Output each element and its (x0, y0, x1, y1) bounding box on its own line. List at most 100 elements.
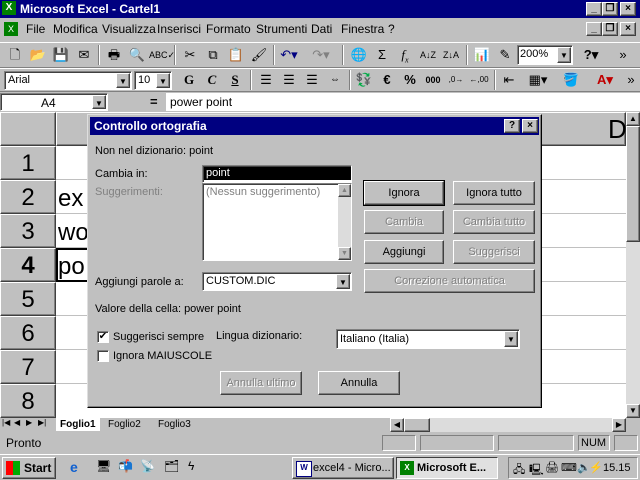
row-header-1[interactable]: 1 (0, 146, 56, 180)
autocorrect-button[interactable]: Correzione automatica (364, 269, 535, 293)
always-suggest-checkbox[interactable]: ✔ (97, 331, 109, 343)
dialog-close-button[interactable]: × (522, 119, 538, 133)
taskbar-item-excel[interactable]: X Microsoft E... (396, 457, 498, 479)
font-size-combo[interactable]: 10 ▼ (134, 71, 172, 90)
chevron-down-icon[interactable]: ▼ (504, 331, 518, 347)
chevron-down-icon[interactable]: ▼ (557, 47, 571, 63)
minimize-button[interactable]: _ (586, 2, 602, 16)
chevron-down-icon[interactable]: ▼ (156, 73, 170, 88)
row-header-6[interactable]: 6 (0, 316, 56, 350)
merge-center-icon[interactable]: ⇔ (324, 69, 346, 91)
font-combo[interactable]: Arial ▼ (4, 71, 132, 90)
dictionary-language-select[interactable]: Italiano (Italia) ▼ (336, 329, 520, 349)
increase-decimal-icon[interactable]: ,0→ (445, 69, 467, 91)
row-header-8[interactable]: 8 (0, 384, 56, 418)
menu-help[interactable]: ? (388, 20, 395, 38)
change-button[interactable]: Cambia (364, 210, 444, 234)
excel-app-icon[interactable]: X (2, 1, 16, 15)
zoom-combo[interactable]: 200% ▼ (517, 45, 573, 65)
percent-icon[interactable]: % (399, 69, 421, 91)
chevron-down-icon[interactable]: ▼ (336, 274, 350, 289)
decrease-decimal-icon[interactable]: ←,00 (468, 69, 490, 91)
menu-file[interactable]: File (26, 20, 45, 38)
tab-nav-prev-icon[interactable]: ◀ (14, 418, 20, 427)
undo-icon[interactable]: ↶▾ (278, 44, 300, 66)
formula-equals[interactable]: = (150, 94, 158, 109)
cell-a2[interactable]: ex (58, 182, 88, 216)
sort-ascending-icon[interactable]: A↓Z (417, 44, 439, 66)
add-button[interactable]: Aggiungi (364, 240, 444, 264)
euro-icon[interactable]: € (376, 69, 398, 91)
dialog-help-button[interactable]: ? (504, 119, 520, 133)
thousands-icon[interactable]: 000 (422, 69, 444, 91)
scroll-right-button[interactable]: ▶ (612, 418, 626, 432)
tab-nav-last-icon[interactable]: ▶| (38, 418, 46, 427)
cell-a4[interactable]: po (58, 250, 88, 284)
h-scroll-thumb[interactable] (404, 418, 430, 432)
function-icon[interactable]: fx (394, 44, 416, 66)
align-center-icon[interactable]: ☰ (278, 69, 300, 91)
indent-icon[interactable]: ⇤ (498, 69, 520, 91)
suggestions-list[interactable]: (Nessun suggerimento) ▲ ▼ (202, 183, 352, 261)
restore-button[interactable]: ❐ (602, 2, 618, 16)
fill-color-icon[interactable]: 🪣▾ (560, 69, 582, 109)
tray-icon-1[interactable]: 🖧 (513, 461, 525, 480)
chevron-down-icon[interactable]: ▼ (116, 73, 130, 88)
menu-modifica[interactable]: Modifica (53, 20, 98, 38)
row-header-5[interactable]: 5 (0, 282, 56, 316)
column-header-d[interactable]: D (608, 114, 626, 145)
ignore-all-button[interactable]: Ignora tutto (453, 181, 535, 205)
menu-inserisci[interactable]: Inserisci (157, 20, 201, 38)
workbook-icon[interactable]: X (4, 22, 18, 36)
font-color-icon[interactable]: A▾ (594, 69, 616, 91)
vertical-scrollbar[interactable]: ▲ ▼ (626, 112, 640, 418)
horizontal-scrollbar[interactable]: ◀ ▶ (390, 418, 626, 432)
menu-finestra[interactable]: Finestra (341, 20, 384, 38)
cut-icon[interactable]: ✂ (179, 44, 201, 66)
change-all-button[interactable]: Cambia tutto (453, 210, 535, 234)
chart-wizard-icon[interactable]: 📊 (471, 44, 493, 66)
scroll-down-button[interactable]: ▼ (338, 247, 351, 260)
office-icon[interactable]: 🗂 (164, 459, 180, 475)
tab-nav-next-icon[interactable]: ▶ (26, 418, 32, 427)
doc-restore-button[interactable]: ❐ (602, 22, 618, 36)
bold-icon[interactable]: G (178, 69, 200, 91)
copy-icon[interactable]: ⧉ (202, 44, 224, 66)
channels-icon[interactable]: 📡 (140, 459, 156, 475)
suggestions-scrollbar[interactable]: ▲ ▼ (338, 184, 351, 260)
doc-minimize-button[interactable]: _ (586, 22, 602, 36)
hyperlink-icon[interactable]: 🌐 (348, 44, 370, 66)
format-painter-icon[interactable]: 🖌 (248, 44, 270, 66)
more-buttons-icon[interactable]: » (612, 44, 634, 66)
print-icon[interactable]: 🖶 (103, 44, 125, 66)
formula-input[interactable]: power point (166, 93, 640, 111)
scroll-up-button[interactable]: ▲ (338, 184, 351, 197)
row-header-3[interactable]: 3 (0, 214, 56, 248)
tray-icon-6[interactable]: ⚡ (589, 461, 603, 474)
quick-launch-icon[interactable]: ϟ (188, 459, 204, 475)
scroll-up-button[interactable]: ▲ (626, 112, 640, 126)
tab-foglio3[interactable]: Foglio3 (158, 418, 191, 431)
ignore-button[interactable]: Ignora (363, 180, 445, 206)
taskbar-item-excel4[interactable]: W excel4 - Micro... (292, 457, 394, 479)
more-buttons-icon[interactable]: » (620, 69, 640, 91)
italic-icon[interactable]: C (201, 69, 223, 91)
add-words-select[interactable]: CUSTOM.DIC ▼ (202, 272, 352, 291)
row-header-2[interactable]: 2 (0, 180, 56, 214)
email-icon[interactable]: ✉ (73, 44, 95, 66)
tab-foglio1[interactable]: Foglio1 (56, 418, 100, 431)
select-all-corner[interactable] (0, 112, 56, 146)
autosum-icon[interactable]: Σ (371, 44, 393, 66)
help-icon[interactable]: ?▾ (580, 44, 602, 66)
row-header-4[interactable]: 4 (0, 248, 56, 282)
tray-icon-4[interactable]: ⌨ (561, 461, 577, 474)
app-title-bar[interactable]: X Microsoft Excel - Cartel1 _ ❐ × (0, 0, 640, 18)
outlook-icon[interactable]: 📬 (118, 459, 134, 475)
cell-a3[interactable]: wo (58, 216, 88, 250)
paste-icon[interactable]: 📋 (225, 44, 247, 66)
align-left-icon[interactable]: ☰ (255, 69, 277, 91)
currency-icon[interactable]: 💱 (353, 69, 375, 91)
cancel-button[interactable]: Annulla (318, 371, 400, 395)
tab-foglio2[interactable]: Foglio2 (108, 418, 141, 431)
menu-formato[interactable]: Formato (206, 20, 251, 38)
